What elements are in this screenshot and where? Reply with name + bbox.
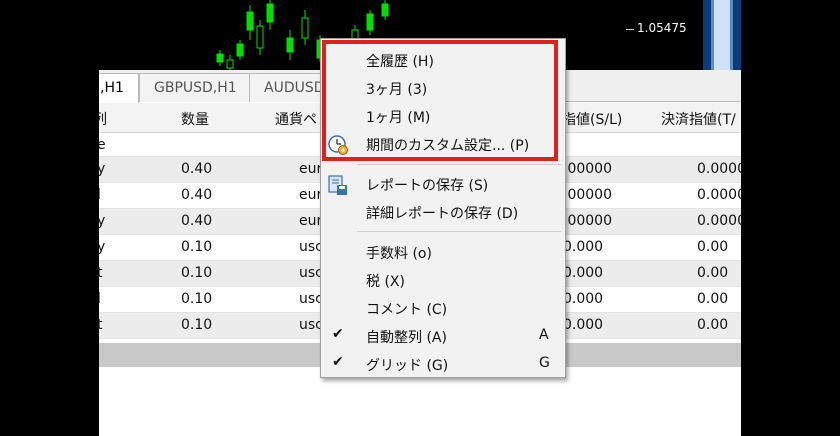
- cell-sl: .00000: [563, 161, 612, 177]
- cell-symbol: eur: [299, 213, 323, 229]
- cell-volume: 0.10: [181, 291, 213, 307]
- highlight-box: [322, 40, 558, 161]
- candle-body: [226, 59, 234, 69]
- candle-body: [301, 17, 309, 39]
- cell-volume: 0.40: [181, 187, 213, 203]
- checkmark-icon: ✔: [332, 354, 344, 370]
- cell-type: t: [99, 265, 103, 281]
- price-axis-label: 1.05475: [637, 21, 687, 35]
- cell-volume: 0.10: [181, 239, 213, 255]
- menu-item-tax[interactable]: 税 (X): [321, 267, 565, 293]
- cell-tp: 0.00: [697, 291, 729, 307]
- menu-item-auto-arrange[interactable]: ✔ 自動整列 (A) A: [321, 323, 565, 349]
- cell-type: y: [99, 161, 106, 177]
- save-report-icon: [328, 175, 347, 195]
- cell-type: l: [99, 187, 101, 203]
- candle-body: [286, 37, 294, 53]
- menu-item-commission[interactable]: 手数料 (o): [321, 239, 565, 265]
- cell-sl: .00000: [563, 213, 612, 229]
- candle-body: [381, 3, 389, 17]
- cell-tp: 0.00: [697, 317, 729, 333]
- cell-volume: 0.40: [181, 161, 213, 177]
- cell-tp: 0.0000: [697, 161, 741, 177]
- menu-separator: [357, 164, 561, 165]
- candle-body: [366, 13, 374, 31]
- candle-body: [256, 25, 264, 49]
- cell-sl: 0.000: [563, 239, 604, 255]
- cell-volume: 0.10: [181, 317, 213, 333]
- candle-body: [246, 11, 254, 31]
- candle-body: [236, 43, 244, 57]
- candle-body: [216, 53, 224, 63]
- cell-type: y: [99, 239, 106, 255]
- col-header-symbol[interactable]: 通貨ペ: [275, 109, 317, 129]
- cell-sl: 0.000: [563, 317, 604, 333]
- tab-gbpusd-h1[interactable]: GBPUSD,H1: [139, 73, 252, 102]
- cell-symbol: eur: [299, 187, 323, 203]
- menu-item-comment[interactable]: コメント (C): [321, 295, 565, 321]
- cell-tp: 0.0000: [697, 213, 741, 229]
- menu-item-grid[interactable]: ✔ グリッド (G) G: [321, 351, 565, 377]
- tab-chart-1[interactable]: ,H1: [99, 73, 139, 103]
- checkmark-icon: ✔: [332, 326, 344, 342]
- chart-scroll-panel[interactable]: [703, 0, 741, 70]
- cell-sl: 0.000: [563, 265, 604, 281]
- menu-item-save-report[interactable]: レポートの保存 (S): [321, 171, 565, 197]
- cell-type: l: [99, 291, 101, 307]
- cell-sl: 0.000: [563, 291, 604, 307]
- menu-separator: [357, 231, 561, 232]
- cell-volume: 0.10: [181, 265, 213, 281]
- cell-type: t: [99, 317, 103, 333]
- cell-tp: 0.00: [697, 239, 729, 255]
- cell-tp: 0.0000: [697, 187, 741, 203]
- col-header-tp[interactable]: 決済指値(T/: [661, 109, 736, 129]
- candle-body: [266, 3, 274, 23]
- cell-sl: .00000: [563, 187, 612, 203]
- price-tick: [626, 29, 634, 30]
- cell-symbol: eur: [299, 161, 323, 177]
- col-header-type[interactable]: 列: [99, 109, 107, 129]
- menu-item-save-detailed-report[interactable]: 詳細レポートの保存 (D): [321, 199, 565, 225]
- cell-type: y: [99, 213, 106, 229]
- col-header-volume[interactable]: 数量: [181, 109, 209, 129]
- cell-volume: 0.40: [181, 213, 213, 229]
- cell-tp: 0.00: [697, 265, 729, 281]
- col-header-sl[interactable]: 指値(S/L): [562, 109, 622, 129]
